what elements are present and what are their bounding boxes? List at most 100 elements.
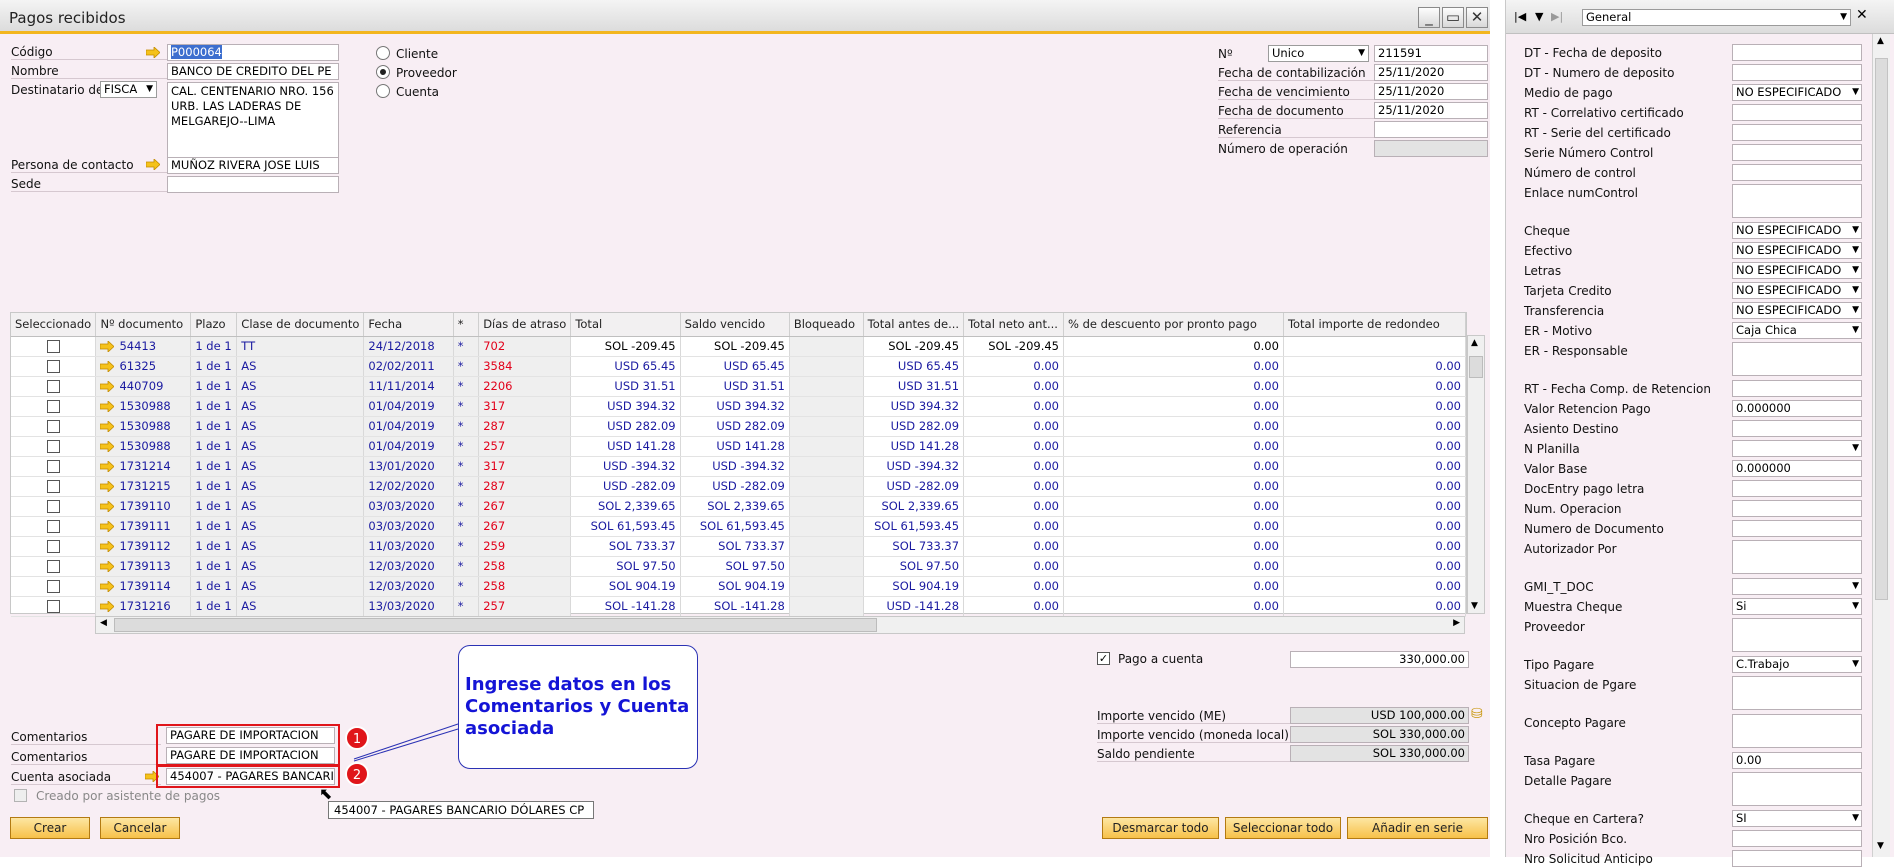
fecha-venc-field[interactable]: 25/11/2020 [1374,83,1488,100]
nav-last-icon[interactable]: ▶| [1551,10,1563,23]
row-select-checkbox[interactable] [46,580,60,593]
table-row[interactable]: 1731214 1 de 1 AS 13/01/2020 * 317 USD -394.32… [11,456,1467,477]
series-select[interactable]: Unico ▼ [1268,45,1369,62]
link-arrow-icon[interactable] [146,159,160,170]
column-header[interactable]: Total [570,313,681,337]
row-select-checkbox[interactable] [46,520,60,533]
sede-field[interactable] [167,176,339,193]
pago-cuenta-checkbox[interactable]: ✓ [1097,652,1110,665]
persona-field[interactable]: MUÑOZ RIVERA JOSE LUIS [167,157,339,174]
row-select-checkbox[interactable] [46,360,60,373]
table-row[interactable]: 54413 1 de 1 TT 24/12/2018 * 702 SOL -209.45 SO… [11,336,1467,357]
row-select-checkbox-cell[interactable] [11,476,97,497]
table-row[interactable]: 1739112 1 de 1 AS 11/03/2020 * 259 SOL 733.37 S… [11,536,1467,557]
link-arrow-icon[interactable] [100,440,116,453]
radio-cuenta[interactable] [376,84,390,98]
row-select-checkbox[interactable] [46,440,60,453]
column-header[interactable]: Plazo [190,313,238,337]
seleccionar-todo-button[interactable]: Seleccionar todo [1225,817,1341,839]
radio-proveedor[interactable] [376,65,390,79]
udf-select[interactable]: NO ESPECIFICADO ▼ [1732,84,1862,101]
row-select-checkbox-cell[interactable] [11,396,97,417]
udf-field[interactable] [1732,144,1862,161]
udf-field[interactable] [1732,540,1862,574]
udf-field[interactable] [1732,520,1862,537]
table-horizontal-scrollbar[interactable]: ◀ ▶ [95,616,1465,634]
udf-scroll-thumb[interactable] [1875,58,1888,600]
row-select-checkbox-cell[interactable] [11,356,97,377]
column-header[interactable]: % de descuento por pronto pago [1063,313,1284,337]
row-select-checkbox[interactable] [46,420,60,433]
row-select-checkbox[interactable] [46,380,60,393]
udf-field[interactable] [1732,830,1862,847]
crear-button[interactable]: Crear [10,817,90,839]
link-arrow-icon[interactable] [146,47,160,58]
udf-field[interactable]: 0.00 [1732,752,1862,769]
close-button[interactable]: ✕ [1466,7,1488,28]
row-select-checkbox-cell[interactable] [11,516,97,537]
doc-number-field[interactable]: 211591 [1374,45,1488,62]
column-header[interactable]: Clase de documento [236,313,365,337]
udf-select[interactable]: NO ESPECIFICADO ▼ [1732,222,1862,239]
udf-field[interactable] [1732,714,1862,748]
udf-field[interactable] [1732,380,1862,397]
minimize-button[interactable]: _ [1418,7,1440,28]
cancelar-button[interactable]: Cancelar [100,817,180,839]
link-arrow-icon[interactable] [100,540,116,553]
udf-select[interactable]: NO ESPECIFICADO ▼ [1732,242,1862,259]
row-select-checkbox-cell[interactable] [11,496,97,517]
udf-select[interactable]: SI ▼ [1732,810,1862,827]
column-header[interactable]: Fecha [363,313,454,337]
udf-field[interactable]: 0.000000 [1732,460,1862,477]
udf-field[interactable] [1732,618,1862,652]
row-select-checkbox-cell[interactable] [11,416,97,437]
link-arrow-icon[interactable] [100,580,116,593]
table-row[interactable]: 440709 1 de 1 AS 11/11/2014 * 2206 USD 31.51 US… [11,376,1467,397]
row-select-checkbox[interactable] [46,500,60,513]
udf-field[interactable] [1732,420,1862,437]
udf-select[interactable]: NO ESPECIFICADO ▼ [1732,302,1862,319]
udf-field[interactable] [1732,64,1862,81]
udf-field[interactable]: 0.000000 [1732,400,1862,417]
udf-field[interactable] [1732,124,1862,141]
column-header[interactable]: Días de atraso [478,313,572,337]
table-row[interactable]: 1739114 1 de 1 AS 12/03/2020 * 258 SOL 904.19 S… [11,576,1467,597]
row-select-checkbox[interactable] [46,540,60,553]
row-select-checkbox[interactable] [46,600,60,613]
table-row[interactable]: 1739113 1 de 1 AS 12/03/2020 * 258 SOL 97.50 SO… [11,556,1467,577]
table-row[interactable]: 1731216 1 de 1 AS 13/03/2020 * 257 SOL -141.28… [11,596,1467,617]
row-select-checkbox-cell[interactable] [11,536,97,557]
column-header[interactable]: Nº documento [95,313,192,337]
row-select-checkbox[interactable] [46,560,60,573]
row-select-checkbox-cell[interactable] [11,336,97,357]
nav-down-icon[interactable]: ▼ [1535,10,1543,23]
udf-field[interactable] [1732,500,1862,517]
table-row[interactable]: 1731215 1 de 1 AS 12/02/2020 * 287 USD -282.09… [11,476,1467,497]
link-arrow-icon[interactable] [100,380,116,393]
link-arrow-icon[interactable] [100,520,116,533]
radio-cliente[interactable] [376,46,390,60]
link-arrow-icon[interactable] [100,360,116,373]
destinatario-select[interactable]: FISCA ▼ [100,81,157,98]
table-row[interactable]: 1739111 1 de 1 AS 03/03/2020 * 267 SOL 61,593.… [11,516,1467,537]
anadir-en-serie-button[interactable]: Añadir en serie [1347,817,1488,839]
pago-cuenta-field[interactable]: 330,000.00 [1290,651,1469,668]
row-select-checkbox[interactable] [46,460,60,473]
column-header[interactable]: Saldo vencido [680,313,790,337]
referencia-field[interactable] [1374,121,1488,138]
row-select-checkbox-cell[interactable] [11,596,97,617]
desmarcar-todo-button[interactable]: Desmarcar todo [1102,817,1219,839]
scroll-thumb[interactable] [1469,356,1483,378]
codigo-field[interactable]: P000064 [167,44,339,61]
link-arrow-icon[interactable] [100,600,116,613]
link-arrow-icon[interactable] [100,560,116,573]
link-arrow-icon[interactable] [100,400,116,413]
maximize-button[interactable]: ▭ [1442,7,1464,28]
column-header[interactable]: Total neto ant... [963,313,1064,337]
udf-select[interactable]: NO ESPECIFICADO ▼ [1732,282,1862,299]
column-header[interactable]: Seleccionado [11,313,97,337]
table-row[interactable]: 1739110 1 de 1 AS 03/03/2020 * 267 SOL 2,339.6… [11,496,1467,517]
fecha-doc-field[interactable]: 25/11/2020 [1374,102,1488,119]
coins-icon[interactable]: ⛁ [1471,706,1483,722]
udf-select[interactable]: ▼ [1732,578,1862,595]
